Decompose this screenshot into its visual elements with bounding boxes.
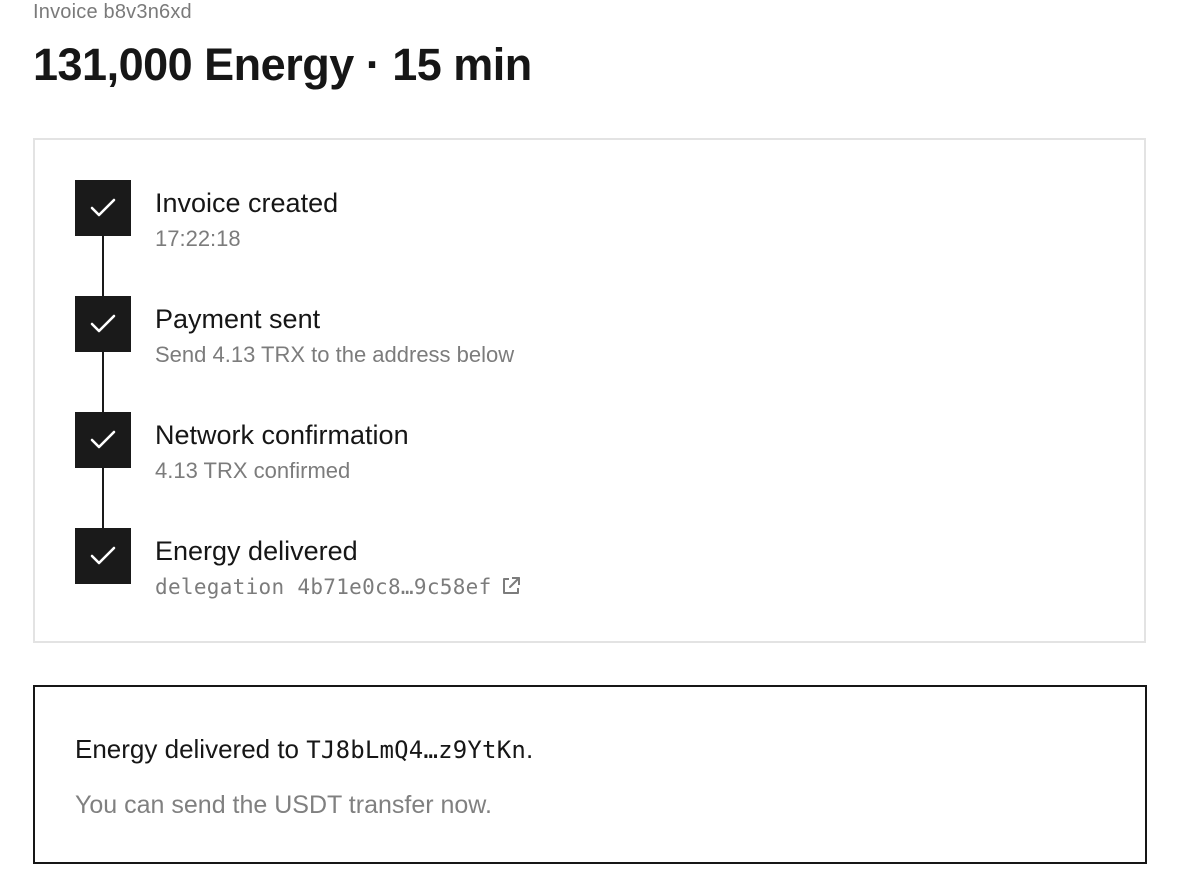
recipient-address: TJ8bLmQ4…z9YtKn xyxy=(306,736,527,764)
delegation-label: delegation xyxy=(155,575,285,599)
delegation-tx[interactable]: delegation 4b71e0c8…9c58ef xyxy=(155,574,522,603)
progress-steps-panel: Invoice created 17:22:18 Payment sent Se… xyxy=(33,138,1146,643)
step-network-confirmation: Network confirmation 4.13 TRX confirmed xyxy=(75,412,1075,483)
step-title: Invoice created xyxy=(155,188,339,218)
step-connector xyxy=(102,468,104,528)
step-title: Network confirmation xyxy=(155,420,409,450)
external-link-icon[interactable] xyxy=(500,575,522,603)
notice-message: You can send the USDT transfer now. xyxy=(75,791,492,819)
step-connector xyxy=(102,236,104,296)
check-icon xyxy=(75,528,131,584)
step-payment-sent: Payment sent Send 4.13 TRX to the addres… xyxy=(75,296,1075,367)
notice-title: Energy delivered to TJ8bLmQ4…z9YtKn. xyxy=(75,733,533,766)
check-icon xyxy=(75,296,131,352)
step-invoice-created: Invoice created 17:22:18 xyxy=(75,180,1075,251)
notice-title-suffix: . xyxy=(526,734,534,764)
step-timestamp: 17:22:18 xyxy=(155,226,241,251)
step-connector xyxy=(102,352,104,412)
delivery-notice: Energy delivered to TJ8bLmQ4…z9YtKn. You… xyxy=(33,685,1147,864)
step-energy-delivered: Energy delivered delegation 4b71e0c8…9c5… xyxy=(75,528,1075,599)
check-icon xyxy=(75,412,131,468)
delegation-hash[interactable]: 4b71e0c8…9c58ef xyxy=(297,575,491,599)
notice-title-prefix: Energy delivered to xyxy=(75,734,300,764)
step-title: Energy delivered xyxy=(155,536,358,566)
page-title: 131,000 Energy · 15 min xyxy=(33,39,532,90)
check-icon xyxy=(75,180,131,236)
invoice-id: Invoice b8v3n6xd xyxy=(33,1,192,23)
step-subtitle: 4.13 TRX confirmed xyxy=(155,458,351,483)
step-subtitle: Send 4.13 TRX to the address below xyxy=(155,342,515,367)
step-title: Payment sent xyxy=(155,304,321,334)
